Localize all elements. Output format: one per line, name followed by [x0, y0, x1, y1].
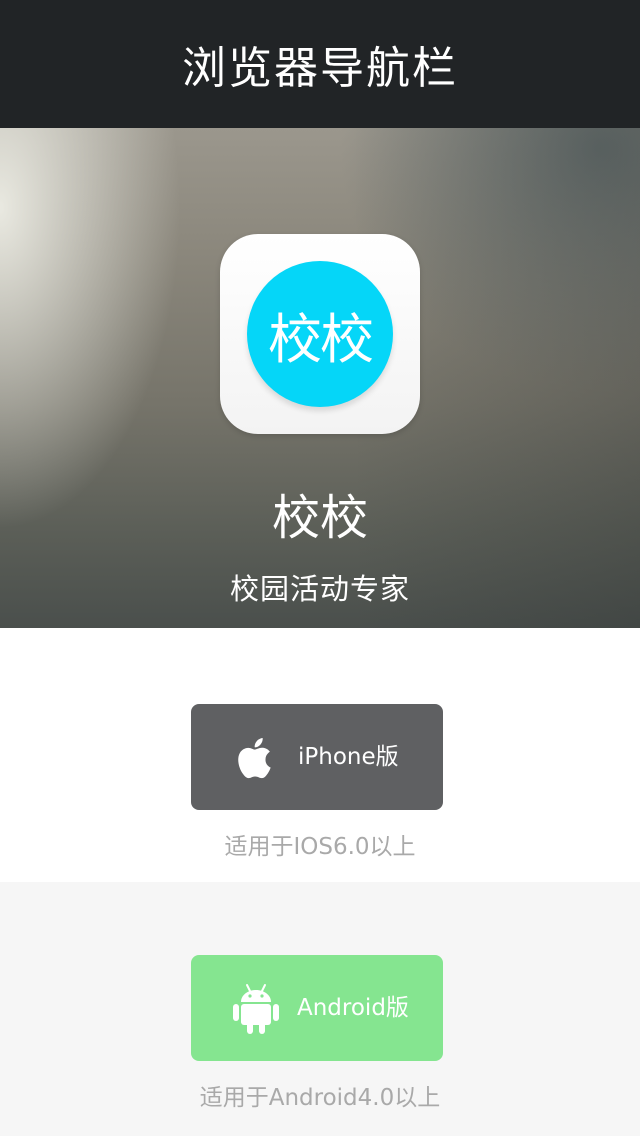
app-icon-circle: 校校 — [247, 261, 393, 407]
navbar: 浏览器导航栏 — [0, 0, 640, 128]
ios-requirement: 适用于IOS6.0以上 — [224, 834, 416, 860]
hero-banner: 校校 校校 校园活动专家 — [0, 128, 640, 628]
app-icon-text: 校校 — [268, 307, 374, 371]
android-button-label: Android版 — [297, 995, 409, 1021]
navbar-title: 浏览器导航栏 — [182, 43, 458, 94]
app-name: 校校 — [271, 490, 368, 546]
iphone-button-label: iPhone版 — [298, 744, 399, 770]
android-icon — [233, 984, 279, 1034]
apple-icon — [238, 738, 271, 779]
app-icon: 校校 — [220, 234, 420, 434]
ios-download-section: iPhone版 适用于IOS6.0以上 — [0, 628, 640, 882]
android-download-section: Android版 适用于Android4.0以上 — [0, 882, 640, 1136]
iphone-download-button[interactable]: iPhone版 — [191, 704, 443, 810]
app-tagline: 校园活动专家 — [229, 572, 410, 606]
android-requirement: 适用于Android4.0以上 — [199, 1085, 441, 1111]
android-download-button[interactable]: Android版 — [191, 955, 443, 1061]
